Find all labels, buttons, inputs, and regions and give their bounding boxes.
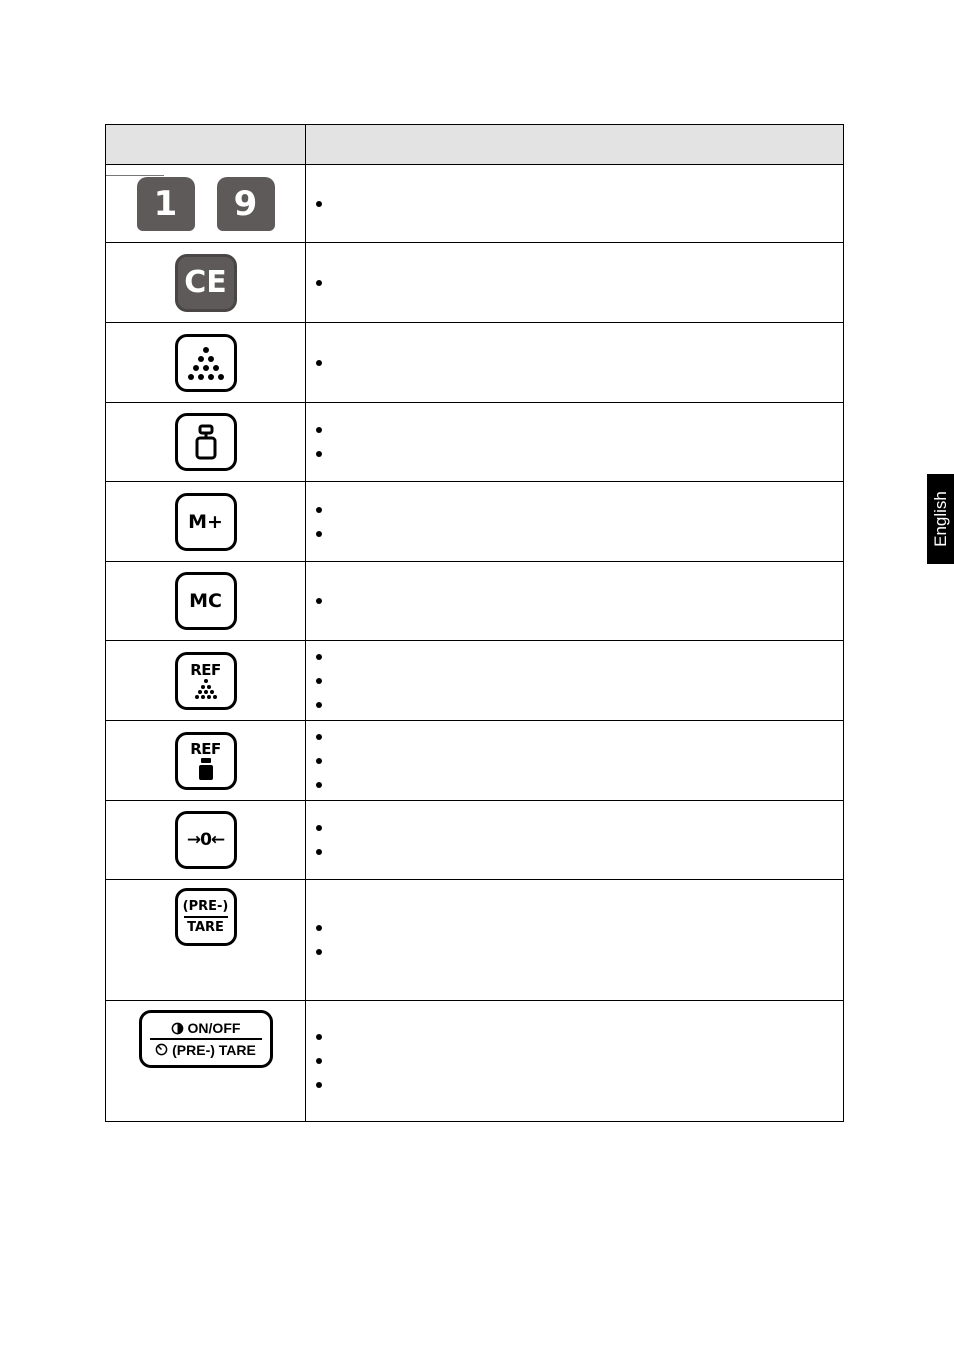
description-cell (305, 879, 844, 1001)
bullet-item (316, 351, 843, 375)
key-cell (105, 402, 306, 482)
table-row: 1 9 (105, 164, 844, 243)
key-cell (105, 322, 306, 403)
weight-icon (195, 424, 216, 460)
divider (183, 916, 228, 918)
on-off-label: ON/OFF (187, 1020, 241, 1037)
divider (106, 174, 164, 176)
power-icon (171, 1022, 183, 1035)
tare-label: TARE (187, 919, 224, 935)
ref-label: REF (190, 660, 221, 679)
ref-piece-count-key: REF (174, 651, 237, 710)
bullet-item (316, 442, 843, 466)
key-cell: ON/OFF (PRE-) TARE (105, 1000, 306, 1122)
piece-count-dots-icon (194, 678, 217, 699)
zero-key: →0← (174, 811, 237, 869)
weight-filled-icon (198, 757, 213, 780)
description-cell (305, 720, 844, 801)
table-row: CE (105, 242, 844, 323)
ref-weight-key: REF (174, 731, 237, 790)
key-cell: REF (105, 640, 306, 721)
table-row: (PRE-) TARE (105, 879, 844, 1001)
table-row (105, 402, 844, 482)
key-cell: (PRE-) TARE (105, 879, 306, 1001)
bullet-item (316, 693, 843, 717)
piece-count-dots-icon (187, 346, 224, 380)
bullet-item (316, 840, 843, 864)
table-row: →0← (105, 800, 844, 880)
bullet-item (316, 1049, 843, 1073)
key-cell: 1 9 (105, 164, 306, 243)
bullet-item (316, 669, 843, 693)
pre-tare-label: (PRE-) TARE (172, 1041, 256, 1058)
table-row: MC (105, 561, 844, 641)
tare-key: (PRE-) TARE (174, 888, 237, 946)
header-description-column (305, 124, 844, 165)
bullet-item (316, 773, 843, 797)
bullet-item (316, 498, 843, 522)
key-cell: M+ (105, 481, 306, 562)
key-cell: CE (105, 242, 306, 323)
description-cell (305, 242, 844, 323)
on-off-tare-key: ON/OFF (PRE-) TARE (138, 1010, 273, 1068)
memory-add-key: M+ (174, 492, 237, 551)
bullet-item (316, 522, 843, 546)
pre-tare-label: (PRE-) (182, 899, 229, 915)
description-cell (305, 402, 844, 482)
key-cell: REF (105, 720, 306, 801)
table-row: REF (105, 640, 844, 721)
bullet-item (316, 271, 843, 295)
timer-icon (155, 1043, 168, 1056)
tare-row: (PRE-) TARE (155, 1042, 256, 1058)
description-cell (305, 1000, 844, 1122)
bullet-item (316, 418, 843, 442)
bullet-item (316, 725, 843, 749)
description-cell (305, 640, 844, 721)
bullet-item (316, 1073, 843, 1097)
bullet-item (316, 940, 843, 964)
bullet-item (316, 749, 843, 773)
bullet-item (316, 192, 843, 216)
zero-label: →0← (186, 830, 225, 850)
description-cell (305, 164, 844, 243)
table-row: M+ (105, 481, 844, 562)
description-cell (305, 561, 844, 641)
ce-key: CE (174, 253, 237, 312)
table-row: ON/OFF (PRE-) TARE (105, 1000, 844, 1122)
description-cell (305, 800, 844, 880)
key-description-table: 1 9 CE M+ MC REF REF →0← (PRE-) TARE ON/… (105, 124, 844, 1122)
divider (149, 1038, 262, 1040)
piece-count-key (174, 333, 237, 392)
key-cell: →0← (105, 800, 306, 880)
weight-key (174, 413, 237, 471)
numeric-key-9: 9 (216, 176, 275, 231)
bullet-item (316, 645, 843, 669)
table-row: REF (105, 720, 844, 801)
on-off-row: ON/OFF (171, 1020, 241, 1037)
language-tab[interactable]: English (927, 474, 954, 564)
bullet-item (316, 1025, 843, 1049)
header-key-column (105, 124, 306, 165)
key-cell: MC (105, 561, 306, 641)
description-cell (305, 481, 844, 562)
memory-clear-key: MC (174, 572, 237, 630)
numeric-key-1: 1 (136, 176, 195, 231)
ref-label: REF (190, 739, 221, 758)
description-cell (305, 322, 844, 403)
bullet-item (316, 816, 843, 840)
table-row (105, 322, 844, 403)
bullet-item (316, 589, 843, 613)
table-header-row (105, 124, 844, 165)
bullet-item (316, 916, 843, 940)
language-tab-label: English (930, 491, 950, 547)
